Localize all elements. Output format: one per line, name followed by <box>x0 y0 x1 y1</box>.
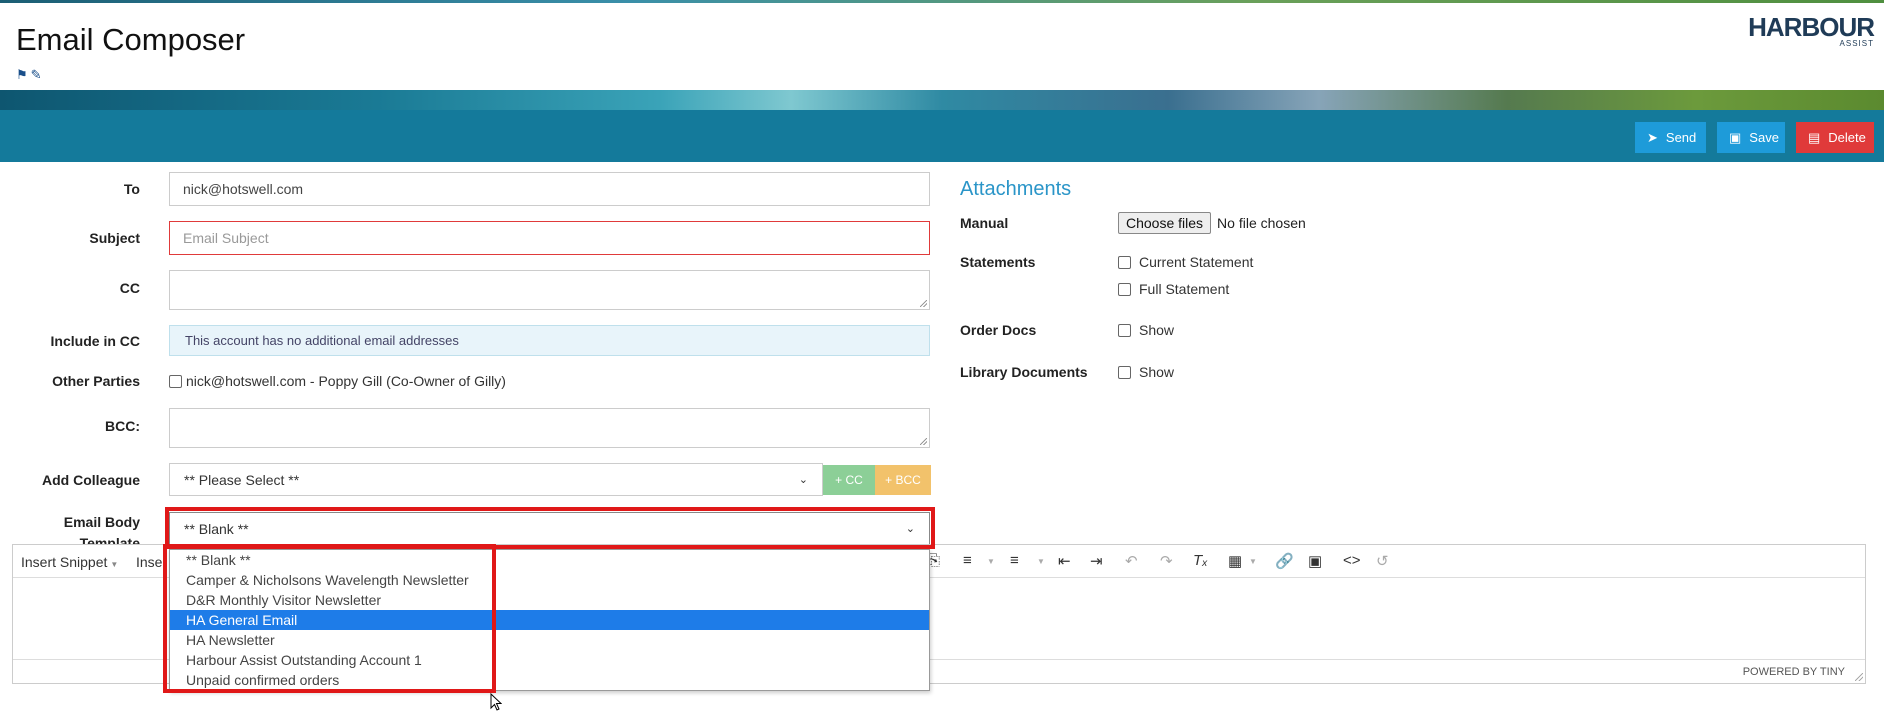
subject-label: Subject <box>89 230 140 246</box>
attachments-title: Attachments <box>960 178 1072 200</box>
template-option[interactable]: HA Newsletter <box>170 630 929 650</box>
colleague-selected-value: ** Please Select ** <box>184 471 300 488</box>
page-title: Email Composer <box>16 22 246 57</box>
save-label: Save <box>1749 130 1779 145</box>
order-docs-checkbox[interactable] <box>1118 323 1131 337</box>
caret-down-icon[interactable]: ▼ <box>987 557 995 566</box>
title-icons: ⚑ ✎ <box>16 68 42 81</box>
other-party-option[interactable]: nick@hotswell.com - Poppy Gill (Co-Owner… <box>169 373 506 389</box>
to-input[interactable]: nick@hotswell.com <box>169 172 930 206</box>
header-top-strip <box>0 0 1884 3</box>
choose-files-button[interactable]: Choose files <box>1118 212 1212 234</box>
library-docs-text: Show <box>1139 364 1175 380</box>
caret-down-icon[interactable]: ▼ <box>1037 557 1045 566</box>
chevron-down-icon: ⌄ <box>798 474 808 486</box>
insert-menu-label: Inse <box>136 554 163 570</box>
to-label: To <box>123 181 140 197</box>
paper-plane-icon: ➤ <box>1647 129 1658 145</box>
numbered-list-icon[interactable]: ≡ <box>1010 552 1019 569</box>
add-cc-button[interactable]: + CC <box>823 464 875 495</box>
trash-icon: ▤ <box>1808 129 1821 145</box>
insert-snippet-label: Insert Snippet <box>21 554 108 570</box>
link-icon[interactable]: 🔗 <box>1275 552 1294 570</box>
subject-input[interactable]: Email Subject <box>169 221 930 255</box>
redo-icon[interactable]: ↷ <box>1160 552 1173 570</box>
full-statement-option[interactable]: Full Statement <box>1118 281 1229 297</box>
insert-snippet-menu[interactable]: Insert Snippet ▼ <box>21 554 118 570</box>
table-icon[interactable]: ▦ <box>1228 552 1242 570</box>
full-statement-checkbox[interactable] <box>1118 282 1131 296</box>
clear-formatting-icon[interactable]: Tₓ <box>1193 552 1208 569</box>
library-docs-checkbox[interactable] <box>1118 365 1131 379</box>
other-parties-label: Other Parties <box>52 373 140 389</box>
powered-by-tiny[interactable]: POWERED BY TINY <box>1743 666 1845 678</box>
order-docs-option[interactable]: Show <box>1118 322 1174 338</box>
template-label-line-1: Email Body <box>63 514 140 530</box>
header-photo-strip <box>0 90 1884 110</box>
template-dropdown-list: ** Blank ** Camper & Nicholsons Waveleng… <box>169 549 930 691</box>
manual-label: Manual <box>960 215 1009 231</box>
library-docs-label: Library Documents <box>960 364 1088 380</box>
harbour-assist-logo: HARBOUR ASSIST <box>1748 12 1875 48</box>
mouse-pointer-icon <box>490 693 502 711</box>
template-option[interactable]: Harbour Assist Outstanding Account 1 <box>170 650 929 670</box>
email-body-template-select[interactable]: ** Blank ** ⌄ <box>169 512 930 545</box>
undo-icon[interactable]: ↶ <box>1125 552 1138 570</box>
send-button[interactable]: ➤ Send <box>1635 122 1706 153</box>
delete-button[interactable]: ▤ Delete <box>1796 122 1874 153</box>
other-party-checkbox[interactable] <box>169 374 182 388</box>
template-option[interactable]: Unpaid confirmed orders <box>170 670 929 690</box>
template-option[interactable]: Camper & Nicholsons Wavelength Newslette… <box>170 570 929 590</box>
tags-icon[interactable]: ⚑ <box>16 68 28 81</box>
indent-icon[interactable]: ⇥ <box>1090 552 1103 570</box>
resize-handle-icon[interactable] <box>1855 673 1863 681</box>
bcc-label: BCC: <box>105 418 140 434</box>
outdent-icon[interactable]: ⇤ <box>1058 552 1071 570</box>
add-colleague-label: Add Colleague <box>41 471 140 488</box>
other-party-text: nick@hotswell.com - Poppy Gill (Co-Owner… <box>186 373 506 389</box>
template-selected-value: ** Blank ** <box>184 520 249 537</box>
caret-down-icon: ▼ <box>110 560 119 569</box>
subject-placeholder: Email Subject <box>183 230 269 246</box>
delete-label: Delete <box>1828 130 1866 145</box>
template-option-highlighted[interactable]: HA General Email <box>170 610 929 630</box>
image-icon[interactable]: ▣ <box>1308 552 1322 570</box>
page-header: Email Composer ⚑ ✎ HARBOUR ASSIST <box>0 0 1884 110</box>
template-option[interactable]: ** Blank ** <box>170 550 929 570</box>
history-icon[interactable]: ↺ <box>1376 552 1389 570</box>
colleague-select[interactable]: ** Please Select ** ⌄ <box>169 463 823 496</box>
current-statement-text: Current Statement <box>1139 254 1254 270</box>
no-file-text: No file chosen <box>1217 215 1306 231</box>
add-bcc-button[interactable]: + BCC <box>875 464 931 495</box>
edit-icon[interactable]: ✎ <box>31 68 42 81</box>
current-statement-checkbox[interactable] <box>1118 255 1131 269</box>
order-docs-text: Show <box>1139 322 1175 338</box>
cc-label: CC <box>119 280 140 296</box>
save-button[interactable]: ▣ Save <box>1717 122 1785 153</box>
floppy-disk-icon: ▣ <box>1729 129 1742 145</box>
cc-textarea[interactable] <box>169 270 930 310</box>
bullet-list-icon[interactable]: ≡ <box>963 552 972 569</box>
send-label: Send <box>1665 130 1697 145</box>
template-option[interactable]: D&R Monthly Visitor Newsletter <box>170 590 929 610</box>
source-code-icon[interactable]: <> <box>1343 552 1361 569</box>
library-docs-option[interactable]: Show <box>1118 364 1174 380</box>
composer-content: To nick@hotswell.com Subject Email Subje… <box>0 162 1884 720</box>
action-toolbar: ➤ Send ▣ Save ▤ Delete <box>0 110 1884 162</box>
chevron-down-icon: ⌄ <box>905 523 915 535</box>
include-cc-info: This account has no additional email add… <box>169 325 930 356</box>
insert-menu[interactable]: Inse <box>136 554 162 570</box>
statements-label: Statements <box>960 254 1036 270</box>
bcc-textarea[interactable] <box>169 408 930 448</box>
current-statement-option[interactable]: Current Statement <box>1118 254 1253 270</box>
include-cc-label: Include in CC <box>50 332 140 349</box>
full-statement-text: Full Statement <box>1139 281 1230 297</box>
caret-down-icon[interactable]: ▼ <box>1249 557 1257 566</box>
to-value: nick@hotswell.com <box>183 181 304 197</box>
order-docs-label: Order Docs <box>960 322 1037 338</box>
